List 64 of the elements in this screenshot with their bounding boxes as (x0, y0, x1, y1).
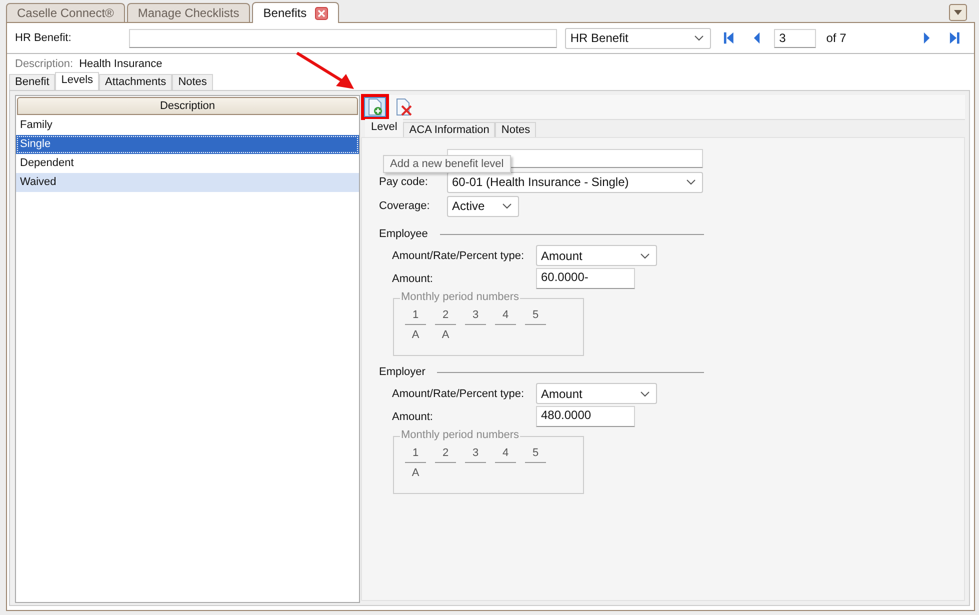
description-label: Description: (15, 58, 74, 70)
group-title: Monthly period numbers (400, 429, 520, 441)
record-number-field[interactable]: 3 (774, 28, 816, 48)
pay-code-dropdown[interactable]: 60-01 (Health Insurance - Single) (447, 172, 703, 192)
dropdown-icon[interactable] (949, 4, 967, 21)
section-title: Employer (379, 366, 426, 378)
type-dropdown[interactable]: Amount (536, 245, 657, 266)
period-number: 1 (405, 447, 426, 463)
amount-field[interactable]: 480.0000 (536, 406, 635, 427)
description-value: Health Insurance (79, 58, 162, 70)
previous-record-icon[interactable] (752, 31, 760, 45)
document-tab[interactable]: Caselle Connect® (6, 3, 125, 22)
period-number: 3 (465, 447, 486, 463)
next-record-icon[interactable] (923, 31, 931, 45)
period-number: 3 (465, 309, 486, 325)
column-header[interactable]: Description (17, 97, 358, 115)
field-label: Amount: (392, 272, 434, 284)
delete-level-icon[interactable] (395, 98, 413, 116)
coverage-dropdown[interactable]: Active (447, 196, 519, 216)
field-label: Amount/Rate/Percent type: (392, 388, 526, 400)
level-row[interactable]: Single (16, 135, 359, 154)
level-row[interactable]: Dependent (16, 154, 359, 173)
type-dropdown[interactable]: Amount (536, 383, 657, 404)
field-label: Coverage: (379, 200, 431, 212)
field-label: Amount/Rate/Percent type: (392, 250, 526, 262)
close-icon[interactable] (314, 6, 328, 20)
period-number: 4 (495, 447, 516, 463)
period-number: 2 (435, 447, 456, 463)
last-record-icon[interactable] (948, 31, 960, 45)
tab[interactable]: Levels (55, 72, 100, 90)
tab[interactable]: Benefit (9, 74, 56, 90)
period-value: A (412, 329, 420, 341)
tab[interactable]: Level (365, 119, 404, 137)
period-value: A (412, 467, 420, 479)
level-row[interactable]: Family (16, 116, 359, 135)
period-value: A (442, 329, 450, 341)
tooltip: Add a new benefit level (383, 155, 511, 173)
field-label: HR Benefit: (15, 32, 72, 44)
period-number: 2 (435, 309, 456, 325)
field-label: Amount: (392, 410, 434, 422)
tab[interactable]: ACA Information (403, 122, 496, 137)
hr-benefit-field[interactable] (128, 28, 558, 48)
level-row[interactable]: Waived (16, 173, 359, 192)
tab[interactable]: Notes (172, 74, 213, 90)
chevron-icon (502, 203, 512, 209)
section-title: Employee (379, 228, 428, 240)
tab[interactable]: Notes (495, 122, 536, 137)
amount-field[interactable]: 60.0000- (536, 268, 635, 289)
type-dropdown[interactable]: HR Benefit (565, 28, 712, 48)
chevron-icon (686, 179, 696, 185)
first-record-icon[interactable] (723, 31, 735, 45)
field-label: Pay code: (379, 176, 429, 188)
chevron-icon (694, 35, 704, 41)
document-tab[interactable]: Manage Checklists (126, 3, 250, 22)
record-count: of 7 (826, 31, 848, 45)
period-number: 1 (405, 309, 426, 325)
period-number: 5 (525, 309, 546, 325)
document-tab[interactable]: Benefits (252, 2, 339, 23)
chevron-icon (640, 252, 650, 258)
chevron-icon (640, 390, 650, 396)
period-number: 5 (525, 447, 546, 463)
period-number: 4 (495, 309, 516, 325)
group-title: Monthly period numbers (400, 291, 520, 303)
tab[interactable]: Attachments (99, 74, 172, 90)
